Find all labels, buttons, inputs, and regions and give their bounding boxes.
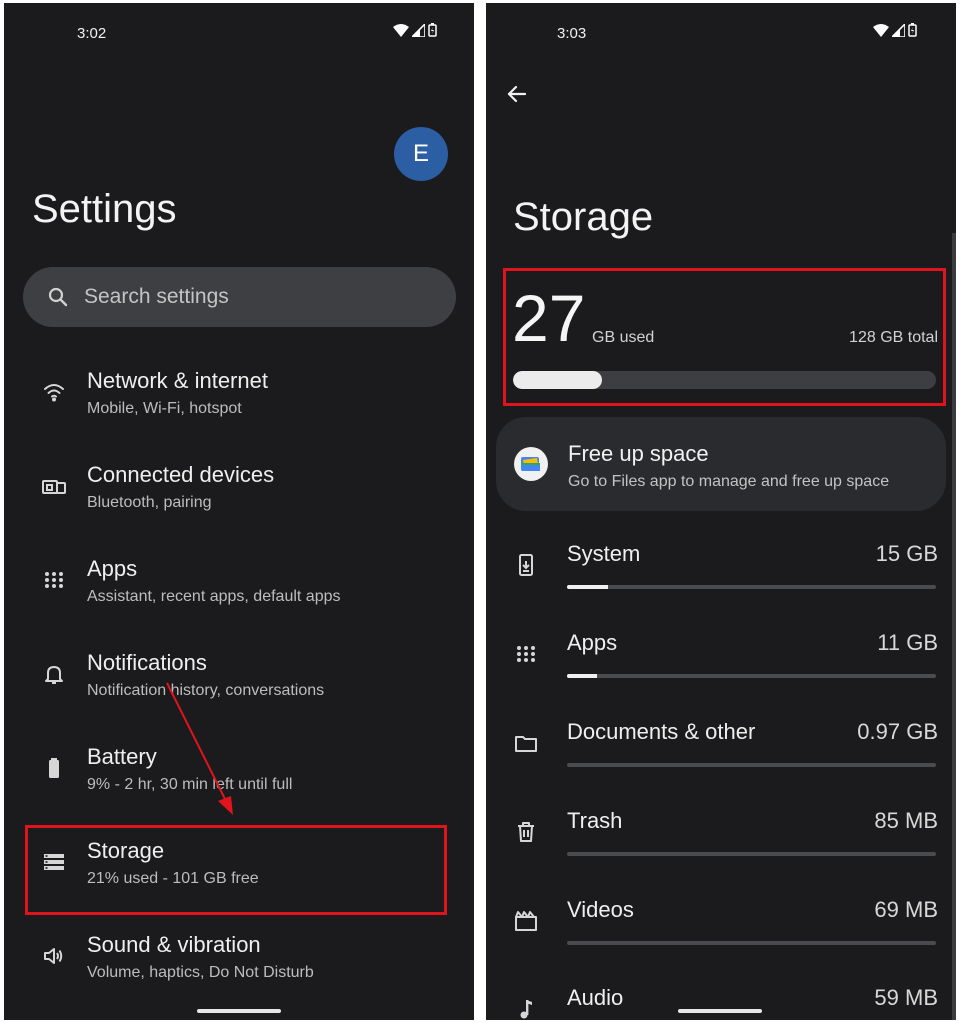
category-size: 11 GB (877, 630, 938, 655)
category-name: Videos (567, 897, 634, 922)
free-up-space-title: Free up space (568, 441, 709, 466)
free-up-space-subtitle: Go to Files app to manage and free up sp… (568, 473, 890, 490)
category-usage-fill (567, 585, 608, 589)
system-update-icon (514, 553, 538, 577)
storage-category-audio[interactable]: Audio 59 MB (486, 985, 956, 1020)
wifi-status-icon (873, 23, 889, 37)
storage-category-videos[interactable]: Videos 69 MB (486, 897, 956, 977)
signal-status-icon (892, 23, 905, 37)
back-arrow-icon[interactable] (506, 83, 528, 110)
scrollbar[interactable] (952, 233, 956, 1020)
highlight-arrow (166, 682, 233, 815)
highlight-box-usage (503, 268, 946, 406)
home-indicator[interactable] (678, 1009, 762, 1013)
storage-category-apps[interactable]: Apps 11 GB (486, 630, 956, 710)
category-usage-fill (567, 674, 597, 678)
category-size: 59 MB (874, 985, 938, 1010)
category-usage-bar (567, 674, 936, 678)
files-app-icon (514, 447, 548, 481)
category-size: 15 GB (875, 541, 938, 566)
category-name: Apps (567, 630, 618, 655)
category-usage-bar (567, 852, 936, 856)
status-time: 3:03 (557, 25, 587, 42)
category-usage-bar (567, 763, 936, 767)
music-note-icon (514, 997, 538, 1020)
trash-icon (514, 820, 538, 844)
page-title: Storage (513, 195, 654, 239)
category-name: System (567, 541, 641, 566)
free-up-space-card[interactable]: Free up space Go to Files app to manage … (496, 417, 946, 511)
category-size: 85 MB (874, 808, 938, 833)
category-size: 69 MB (874, 897, 938, 922)
status-icons (873, 23, 917, 37)
category-size: 0.97 GB (857, 719, 938, 744)
storage-category-trash[interactable]: Trash 85 MB (486, 808, 956, 888)
video-icon (514, 909, 538, 933)
category-usage-bar (567, 941, 936, 945)
folder-icon (514, 731, 538, 755)
storage-screen: 3:03 Storage 27 GB used 128 GB total Fre… (486, 3, 956, 1020)
category-name: Documents & other (567, 719, 756, 744)
home-indicator[interactable] (197, 1009, 281, 1013)
battery-status-icon (908, 23, 917, 37)
category-name: Trash (567, 808, 623, 833)
settings-screen: 3:02 E Settings Search settings Network … (4, 3, 474, 1020)
storage-category-documents[interactable]: Documents & other 0.97 GB (486, 719, 956, 799)
apps-grid-icon (514, 642, 538, 666)
category-name: Audio (567, 985, 624, 1010)
storage-category-system[interactable]: System 15 GB (486, 541, 956, 621)
category-usage-bar (567, 585, 936, 589)
